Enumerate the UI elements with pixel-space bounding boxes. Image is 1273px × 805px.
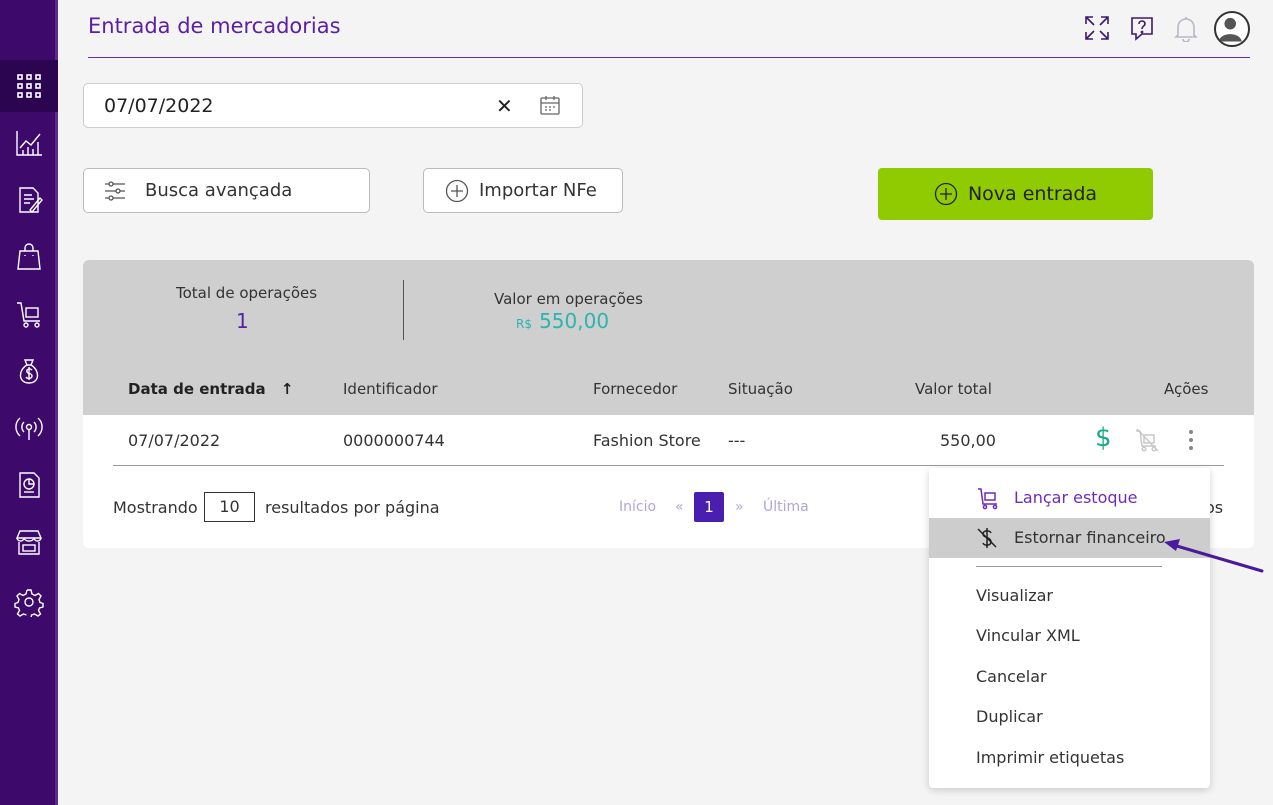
user-avatar[interactable] [1214,11,1250,47]
fullscreen-icon [1085,16,1109,40]
header-divider [88,57,1250,58]
sidebar-item-settings[interactable] [12,585,46,619]
page-first[interactable]: Início [619,499,656,515]
money-off-icon [977,528,997,548]
total-ops-value: 1 [236,309,249,333]
plus-circle-icon [445,179,469,202]
cart-disabled-icon[interactable] [1134,427,1160,453]
total-ops-label: Total de operações [176,284,318,302]
page-next[interactable]: » [735,499,744,515]
clear-date-icon[interactable]: ✕ [496,94,513,118]
annotation-arrow-icon [1164,539,1264,573]
new-entry-label: Nova entrada [967,183,1098,205]
menu-label: Duplicar [976,707,1043,726]
store-icon [15,530,43,555]
col-header-date-label: Data de entrada [128,380,266,398]
currency-symbol: R$ [516,317,532,331]
menu-item-view[interactable]: Visualizar [929,576,1210,616]
page-prev[interactable]: « [675,499,684,515]
menu-separator [976,566,1162,567]
col-header-status[interactable]: Situação [728,380,793,398]
sidebar-item-documents[interactable] [12,183,46,217]
menu-label: Estornar financeiro [1014,528,1166,547]
date-filter-field[interactable]: ✕ [83,83,583,128]
per-page-select[interactable]: 10 [204,492,255,522]
page-current[interactable]: 1 [694,492,724,522]
menu-item-print-labels[interactable]: Imprimir etiquetas [929,738,1210,778]
menu-label: Lançar estoque [1014,488,1138,507]
notifications-button[interactable] [1170,12,1202,44]
sidebar-item-apps[interactable] [0,60,58,112]
sidebar-item-integrations[interactable] [12,411,46,445]
cart-stock-icon [17,302,40,328]
shopping-bag-icon [17,243,41,270]
more-vertical-icon[interactable] [1185,428,1197,452]
showing-label: Mostrando [113,498,198,517]
calendar-icon[interactable] [539,94,561,116]
money-icon[interactable]: $ [1095,423,1112,453]
advanced-search-button[interactable]: Busca avançada [83,168,370,213]
col-header-id[interactable]: Identificador [343,380,437,398]
report-icon [19,472,40,498]
actions-menu: Lançar estoque Estornar financeiro Visua… [929,468,1210,788]
filter-sliders-icon [105,180,125,201]
sidebar-item-finance[interactable] [12,354,46,388]
import-nfe-button[interactable]: Importar NFe [423,168,623,213]
value-ops: R$ 550,00 [516,309,609,333]
value-ops-amount: 550,00 [539,309,610,333]
sort-arrow-icon: ↑ [280,380,294,398]
summary-divider [403,280,404,340]
import-nfe-label: Importar NFe [479,180,597,201]
page-title: Entrada de mercadorias [88,14,341,38]
sidebar-item-stock[interactable] [12,297,46,331]
col-header-actions: Ações [1164,380,1209,398]
sidebar-item-reports[interactable] [12,468,46,502]
advanced-search-label: Busca avançada [145,180,293,201]
sidebar [0,0,58,805]
menu-label: Imprimir etiquetas [976,748,1125,767]
menu-item-link-xml[interactable]: Vincular XML [929,616,1210,656]
menu-label: Vincular XML [976,626,1080,645]
sidebar-item-reports-chart[interactable] [12,126,46,160]
cell-date: 07/07/2022 [128,431,221,450]
cell-total: 550,00 [940,431,996,450]
page-last[interactable]: Última [763,499,809,515]
signal-tower-icon [15,417,43,440]
fullscreen-button[interactable] [1081,12,1113,44]
plus-circle-icon [934,182,958,206]
money-bag-icon [19,359,39,384]
col-header-date[interactable]: Data de entrada ↑ [128,380,293,398]
date-input[interactable] [104,94,484,118]
user-icon [1218,17,1242,42]
cell-supplier: Fashion Store [593,431,701,450]
gear-icon [14,589,44,617]
col-header-supplier[interactable]: Fornecedor [593,380,677,398]
new-entry-button[interactable]: Nova entrada [878,168,1153,220]
sidebar-item-store[interactable] [12,525,46,559]
value-ops-label: Valor em operações [494,290,643,308]
cell-id: 0000000744 [343,431,445,450]
help-button[interactable] [1126,12,1158,44]
apps-grid-icon [17,74,41,98]
chart-icon [16,131,42,156]
bell-icon [1174,17,1198,42]
cart-stock-icon [978,488,998,510]
cell-status: --- [728,431,746,450]
col-header-total[interactable]: Valor total [915,380,992,398]
menu-item-launch-stock[interactable]: Lançar estoque [929,478,1210,518]
document-edit-icon [19,187,43,214]
sidebar-item-shopping[interactable] [12,240,46,274]
menu-label: Visualizar [976,586,1053,605]
menu-label: Cancelar [976,667,1047,686]
row-divider [113,465,1224,466]
menu-item-duplicate[interactable]: Duplicar [929,697,1210,737]
sidebar-edge [55,0,58,805]
per-page-label: resultados por página [265,498,440,517]
help-chat-icon [1131,17,1153,41]
menu-item-cancel[interactable]: Cancelar [929,657,1210,697]
